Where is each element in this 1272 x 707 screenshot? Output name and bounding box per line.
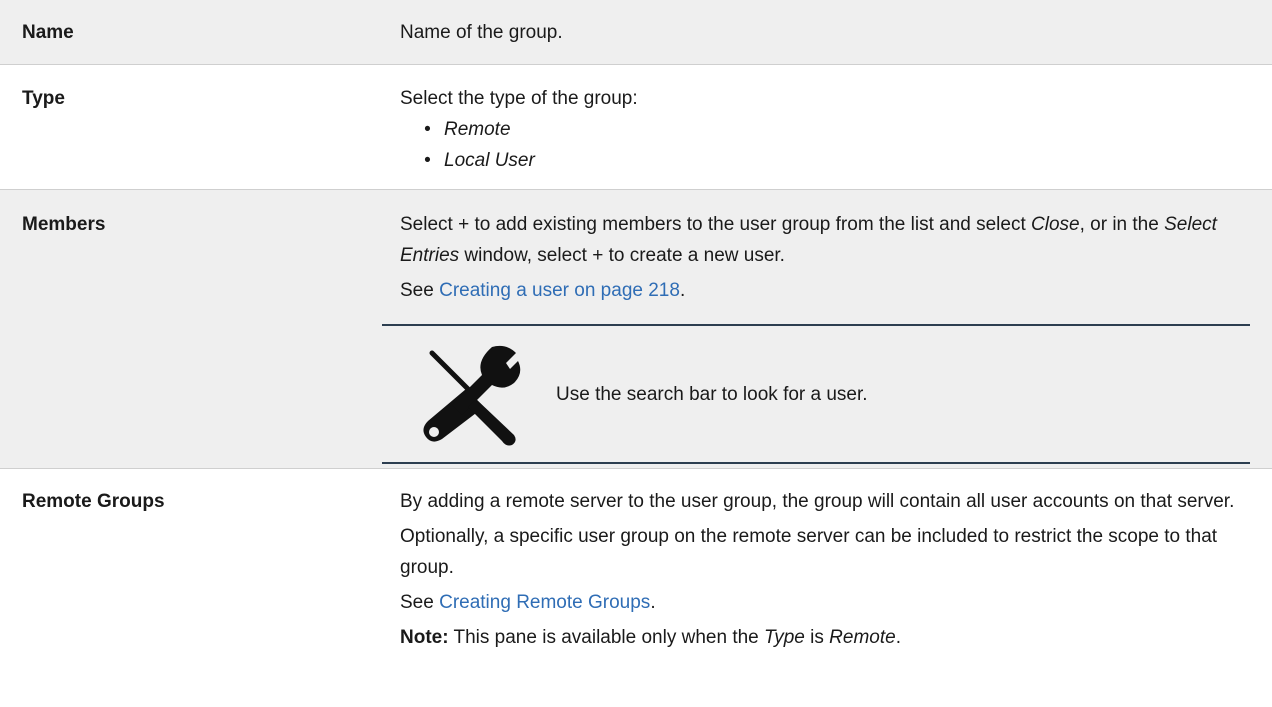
- row-desc-type: Select the type of the group: Remote Loc…: [382, 65, 1272, 189]
- list-item: Local User: [424, 145, 1254, 176]
- text-span: See: [400, 592, 440, 613]
- row-desc-members: Select + to add existing members to the …: [382, 190, 1272, 468]
- table-row-type: Type Select the type of the group: Remot…: [0, 65, 1272, 190]
- name-description: Name of the group.: [400, 22, 563, 43]
- table-row-members: Members Select + to add existing members…: [0, 190, 1272, 469]
- table-row-name: Name Name of the group.: [0, 0, 1272, 65]
- text-span: This pane is available only when the: [448, 627, 765, 648]
- tip-text: Use the search bar to look for a user.: [556, 383, 868, 405]
- text-span: .: [650, 592, 656, 613]
- text-span: is: [804, 627, 830, 648]
- creating-user-link[interactable]: Creating a user on page 218: [439, 280, 680, 301]
- close-term: Close: [1031, 214, 1080, 235]
- settings-table: Name Name of the group. Type Select the …: [0, 0, 1272, 707]
- remote-groups-para-2: Optionally, a specific user group on the…: [400, 526, 1218, 578]
- members-description: Select + to add existing members to the …: [400, 209, 1254, 271]
- row-desc-remote-groups: By adding a remote server to the user gr…: [382, 469, 1272, 707]
- text-span: .: [895, 627, 901, 648]
- type-term: Type: [764, 627, 805, 648]
- creating-remote-groups-link[interactable]: Creating Remote Groups: [439, 592, 650, 613]
- text-span: .: [679, 280, 686, 301]
- members-see-also: See Creating a user on page 218.: [400, 275, 1254, 306]
- text-span: See: [400, 280, 440, 301]
- remote-term: Remote: [829, 627, 896, 648]
- row-label-members: Members: [22, 214, 106, 235]
- note-label: Note:: [400, 627, 449, 648]
- row-desc-name: Name of the group.: [382, 0, 1272, 64]
- table-row-remote-groups: Remote Groups By adding a remote server …: [0, 469, 1272, 707]
- row-label-name: Name: [22, 22, 74, 43]
- tools-icon: [423, 345, 521, 446]
- text-span: window, select + to create a new user.: [459, 245, 785, 266]
- remote-groups-note: Note: This pane is available only when t…: [400, 622, 1254, 653]
- remote-groups-see-also: See Creating Remote Groups.: [400, 587, 1254, 618]
- text-span: , or in the: [1079, 214, 1165, 235]
- list-item: Remote: [424, 114, 1254, 145]
- row-label-type: Type: [22, 88, 65, 109]
- type-description: Select the type of the group:: [400, 88, 638, 109]
- tip-callout: Use the search bar to look for a user.: [382, 324, 1250, 464]
- row-label-remote-groups: Remote Groups: [22, 491, 165, 512]
- type-options-list: Remote Local User: [400, 114, 1254, 176]
- text-span: Select + to add existing members to the …: [400, 214, 1032, 235]
- remote-groups-para-1: By adding a remote server to the user gr…: [400, 491, 1235, 512]
